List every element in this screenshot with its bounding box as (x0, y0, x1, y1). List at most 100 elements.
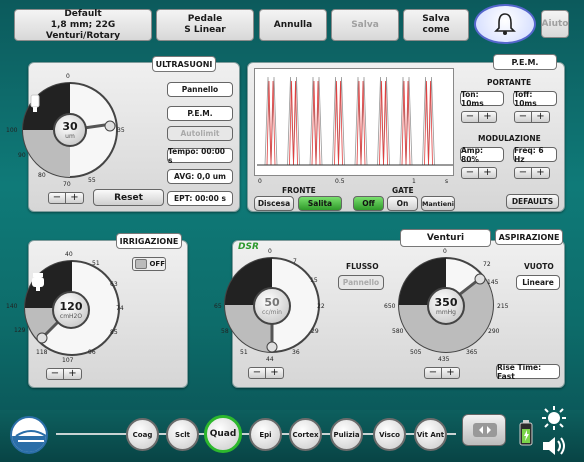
aiuto-label: Aiuto (541, 18, 569, 29)
ultrasuoni-value: 30 (62, 120, 78, 133)
brand-logo (10, 416, 48, 454)
flusso-label: FLUSSO (346, 262, 379, 271)
autolimit-button[interactable]: Autolimit (167, 126, 233, 141)
amp-stepper[interactable]: − + (461, 167, 497, 179)
mode-cortex-button[interactable]: Cortex (289, 418, 322, 451)
mode-quad-button[interactable]: Quad (204, 415, 242, 453)
ton-field[interactable]: Ton: 10ms (460, 90, 504, 108)
plus-button[interactable]: + (532, 167, 550, 179)
portante-label: PORTANTE (487, 78, 532, 87)
ultrasuoni-tick: 80 (38, 172, 46, 179)
ept-field: EPT: 00:00 s (167, 191, 233, 206)
mode-vit-ant-button[interactable]: Vit Ant (414, 418, 447, 451)
flusso-tick: 0 (268, 248, 272, 255)
vuoto-lineare-field[interactable]: Lineare (516, 275, 560, 290)
bell-icon (494, 13, 516, 35)
ultrasuoni-tick: 35 (117, 127, 125, 134)
mantieni-button[interactable]: Mantieni (421, 196, 455, 211)
aiuto-button[interactable]: Aiuto (541, 10, 569, 38)
salva-come-button[interactable]: Salva come (403, 9, 469, 41)
vuoto-tick: 215 (497, 303, 509, 310)
tempo-field: Tempo: 00:00 s (167, 147, 233, 165)
plus-button[interactable]: + (66, 192, 84, 204)
vuoto-stepper[interactable]: − + (424, 367, 460, 379)
flusso-readout: 50 cc/min (253, 287, 291, 325)
plus-button[interactable]: + (479, 111, 497, 123)
irrigazione-stepper[interactable]: − + (46, 368, 82, 380)
volume-icon[interactable] (541, 434, 567, 458)
flusso-value: 50 (264, 296, 280, 309)
bottle-icon (30, 272, 46, 296)
annulla-label: Annulla (273, 19, 313, 30)
rise-time-field[interactable]: Rise Time: Fast (496, 363, 560, 381)
salva-button[interactable]: Salva (331, 9, 399, 41)
minus-button[interactable]: − (514, 111, 532, 123)
flusso-pannello-field[interactable]: Pannello (338, 275, 384, 290)
ultrasuoni-pem-field[interactable]: P.E.M. (167, 106, 233, 121)
vuoto-tick: 365 (466, 349, 478, 356)
brightness-icon[interactable] (541, 405, 567, 431)
settings-preset-button[interactable]: Default 1,8 mm; 22G Venturi/Rotary (14, 9, 152, 41)
ultrasuoni-tick: 55 (88, 177, 96, 184)
minus-button[interactable]: − (461, 111, 479, 123)
plus-button[interactable]: + (64, 368, 82, 380)
vuoto-tick: 0 (443, 248, 447, 255)
flusso-tick: 7 (293, 258, 297, 265)
mode-sclt-button[interactable]: Sclt (166, 418, 199, 451)
irrigazione-readout: 120 cmH2O (52, 291, 90, 329)
ultrasuoni-title: ULTRASUONI (152, 56, 216, 72)
minus-button[interactable]: − (46, 368, 64, 380)
irrigazione-toggle[interactable]: OFF (132, 257, 166, 271)
reset-button[interactable]: Reset (93, 189, 164, 206)
freq-field[interactable]: Freq: 6 Hz (513, 146, 557, 164)
minus-button[interactable]: − (48, 192, 66, 204)
gate-on-button[interactable]: On (387, 196, 418, 211)
irrigazione-tick: 129 (14, 327, 26, 334)
toff-field[interactable]: Toff: 10ms (513, 90, 557, 108)
plus-button[interactable]: + (266, 367, 284, 379)
alarm-bell-button[interactable] (474, 4, 536, 44)
salva-come-label-2: come (422, 25, 450, 35)
ultrasuoni-tick: 70 (63, 181, 71, 188)
gate-label: GATE (392, 186, 414, 195)
annulla-button[interactable]: Annulla (259, 9, 327, 41)
pem-x-tick: s (445, 178, 449, 185)
pedal-label: Pedale (187, 14, 223, 24)
mode-visco-button[interactable]: Visco (373, 418, 406, 451)
defaults-button[interactable]: DEFAULTS (506, 194, 559, 209)
irrigazione-tick: 74 (116, 305, 124, 312)
plus-button[interactable]: + (479, 167, 497, 179)
minus-button[interactable]: − (424, 367, 442, 379)
mode-epi-button[interactable]: Epi (249, 418, 282, 451)
venturi-field[interactable]: Venturi (400, 229, 491, 247)
mode-coag-button[interactable]: Coag (126, 418, 159, 451)
irrigazione-tick: 118 (36, 349, 48, 356)
battery-icon (519, 420, 533, 446)
gate-off-button[interactable]: Off (353, 196, 384, 211)
flusso-stepper[interactable]: − + (248, 367, 284, 379)
irrigazione-tick: 40 (65, 251, 73, 258)
ultrasuoni-stepper[interactable]: − + (48, 192, 84, 204)
toff-stepper[interactable]: − + (514, 111, 550, 123)
plus-button[interactable]: + (532, 111, 550, 123)
minus-button[interactable]: − (248, 367, 266, 379)
vuoto-label: VUOTO (524, 262, 554, 271)
discesa-button[interactable]: Discesa (254, 196, 294, 211)
amp-field[interactable]: Amp: 80% (460, 146, 504, 164)
flusso-tick: 22 (317, 303, 325, 310)
minus-button[interactable]: − (461, 167, 479, 179)
pedal-button[interactable]: Pedale S Linear (156, 9, 254, 41)
salita-button[interactable]: Salita (298, 196, 342, 211)
avg-field: AVG: 0,0 um (167, 169, 233, 184)
minus-button[interactable]: − (514, 167, 532, 179)
flusso-unit: cc/min (262, 309, 282, 316)
ton-stepper[interactable]: − + (461, 111, 497, 123)
mode-pulizia-button[interactable]: Pulizia (330, 418, 363, 451)
pedal-status-icon[interactable] (462, 414, 506, 446)
freq-stepper[interactable]: − + (514, 167, 550, 179)
ultrasuoni-pannello-field[interactable]: Pannello (167, 82, 233, 97)
irrigazione-unit: cmH2O (59, 313, 83, 320)
pem-title: P.E.M. (493, 54, 557, 70)
plus-button[interactable]: + (442, 367, 460, 379)
toggle-knob (135, 259, 148, 269)
